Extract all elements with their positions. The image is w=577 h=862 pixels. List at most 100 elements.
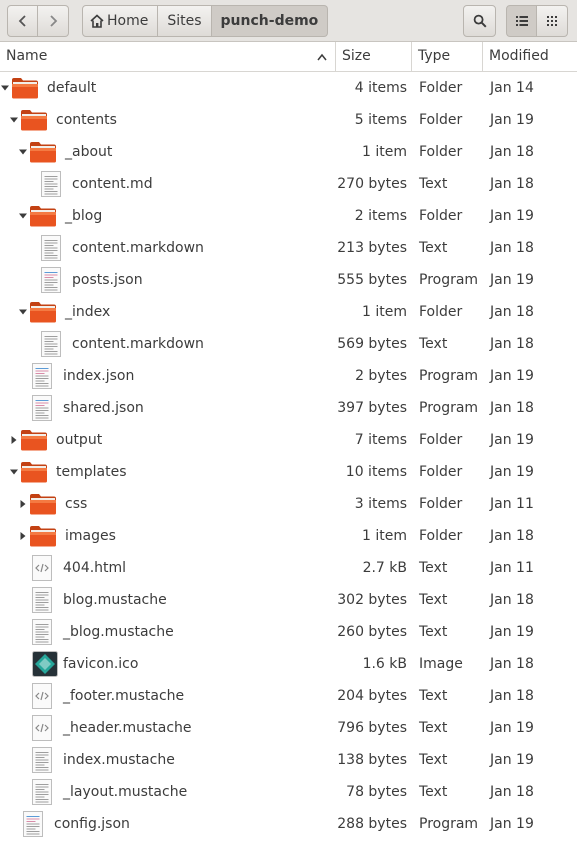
file-name: index.json [63,368,135,384]
file-type: Text [419,592,448,608]
file-row[interactable]: index.json 2 bytes Program Jan 19 [0,360,577,392]
expander-collapsed-icon[interactable] [19,532,27,540]
file-type: Folder [419,528,463,544]
file-modified: Jan 14 [490,80,534,96]
file-row[interactable]: content.markdown 213 bytes Text Jan 18 [0,232,577,264]
file-row[interactable]: content.markdown 569 bytes Text Jan 18 [0,328,577,360]
expander-collapsed-icon[interactable] [19,500,27,508]
file-modified: Jan 19 [490,112,534,128]
sort-ascending-icon [317,53,327,61]
file-size: 3 items [354,496,407,512]
file-size: 204 bytes [337,688,407,704]
file-name: css [65,496,88,512]
column-header-name[interactable]: Name [0,42,336,72]
file-row[interactable]: shared.json 397 bytes Program Jan 18 [0,392,577,424]
file-type: Program [419,400,479,416]
file-row[interactable]: index.mustache 138 bytes Text Jan 19 [0,744,577,776]
forward-button[interactable] [38,5,69,37]
file-size: 397 bytes [337,400,407,416]
expander-expanded-icon[interactable] [10,116,18,124]
file-size: 260 bytes [337,624,407,640]
folder-icon [30,526,56,547]
file-name: 404.html [63,560,127,576]
breadcrumb-sites[interactable]: Sites [158,5,212,37]
expander-expanded-icon[interactable] [10,468,18,476]
file-row[interactable]: _footer.mustache 204 bytes Text Jan 18 [0,680,577,712]
file-list: default 4 items Folder Jan 14 contents 5 item… [0,72,577,840]
folder-icon [21,462,47,483]
folder-row[interactable]: css 3 items Folder Jan 11 [0,488,577,520]
file-size: 569 bytes [337,336,407,352]
file-row[interactable]: favicon.ico 1.6 kB Image Jan 18 [0,648,577,680]
back-button[interactable] [7,5,38,37]
file-name: _about [65,144,113,160]
code-file-icon [32,683,52,709]
program-file-icon [23,811,43,837]
file-size: 1 item [362,528,407,544]
breadcrumb-current[interactable]: punch-demo [211,5,329,37]
file-row[interactable]: _header.mustache 796 bytes Text Jan 19 [0,712,577,744]
file-size: 4 items [354,80,407,96]
file-size: 78 bytes [346,784,407,800]
file-name: _blog [65,208,103,224]
file-modified: Jan 18 [490,400,534,416]
program-file-icon [41,267,61,293]
folder-row[interactable]: templates 10 items Folder Jan 19 [0,456,577,488]
expander-expanded-icon[interactable] [19,148,27,156]
file-type: Text [419,240,448,256]
expander-expanded-icon[interactable] [19,308,27,316]
file-size: 1.6 kB [362,656,407,672]
file-row[interactable]: content.md 270 bytes Text Jan 18 [0,168,577,200]
expander-expanded-icon[interactable] [1,84,9,92]
column-header-modified[interactable]: Modified [483,42,577,72]
file-modified: Jan 19 [490,368,534,384]
file-row[interactable]: blog.mustache 302 bytes Text Jan 18 [0,584,577,616]
file-modified: Jan 18 [490,176,534,192]
file-modified: Jan 19 [490,752,534,768]
column-header-label: Modified [489,48,549,64]
file-row[interactable]: config.json 288 bytes Program Jan 19 [0,808,577,840]
file-size: 302 bytes [337,592,407,608]
file-type: Text [419,176,448,192]
file-row[interactable]: _layout.mustache 78 bytes Text Jan 18 [0,776,577,808]
file-modified: Jan 18 [490,240,534,256]
breadcrumb-label: punch-demo [220,13,319,29]
file-size: 270 bytes [337,176,407,192]
file-name: templates [56,464,127,480]
column-header-type[interactable]: Type [412,42,483,72]
folder-row[interactable]: contents 5 items Folder Jan 19 [0,104,577,136]
file-modified: Jan 18 [490,304,534,320]
file-modified: Jan 19 [490,208,534,224]
file-row[interactable]: posts.json 555 bytes Program Jan 19 [0,264,577,296]
file-type: Folder [419,208,463,224]
folder-row[interactable]: images 1 item Folder Jan 18 [0,520,577,552]
file-type: Text [419,336,448,352]
file-modified: Jan 18 [490,592,534,608]
list-view-button[interactable] [506,5,537,37]
folder-row[interactable]: _blog 2 items Folder Jan 19 [0,200,577,232]
grid-view-button[interactable] [537,5,568,37]
file-type: Folder [419,144,463,160]
code-file-icon [32,555,52,581]
column-headers: Name Size Type Modified [0,42,577,72]
column-header-size[interactable]: Size [336,42,412,72]
expander-collapsed-icon[interactable] [10,436,18,444]
text-file-icon [32,747,52,773]
folder-row[interactable]: _about 1 item Folder Jan 18 [0,136,577,168]
expander-expanded-icon[interactable] [19,212,27,220]
file-name: images [65,528,116,544]
folder-icon [21,430,47,451]
file-row[interactable]: _blog.mustache 260 bytes Text Jan 19 [0,616,577,648]
program-file-icon [32,363,52,389]
folder-icon [30,142,56,163]
file-name: output [56,432,103,448]
file-modified: Jan 18 [490,688,534,704]
breadcrumb-home[interactable]: Home [82,5,159,37]
folder-row[interactable]: output 7 items Folder Jan 19 [0,424,577,456]
file-row[interactable]: 404.html 2.7 kB Text Jan 11 [0,552,577,584]
column-header-label: Size [342,48,371,64]
folder-row[interactable]: _index 1 item Folder Jan 18 [0,296,577,328]
file-type: Program [419,272,479,288]
search-button[interactable] [463,5,496,37]
folder-row[interactable]: default 4 items Folder Jan 14 [0,72,577,104]
